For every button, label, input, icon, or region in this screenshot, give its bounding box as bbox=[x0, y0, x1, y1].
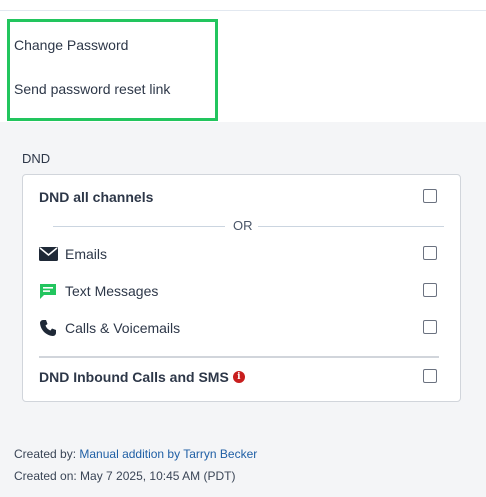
dnd-inbound-row[interactable]: DND Inbound Calls and SMS i bbox=[39, 365, 444, 389]
dnd-emails-checkbox[interactable] bbox=[423, 246, 437, 260]
dnd-text-messages-label: Text Messages bbox=[65, 283, 159, 299]
created-by: Created by: Manual addition by Tarryn Be… bbox=[14, 447, 257, 461]
or-line-right bbox=[258, 226, 444, 227]
or-label: OR bbox=[233, 218, 253, 233]
created-by-value[interactable]: Manual addition by Tarryn Becker bbox=[79, 447, 257, 461]
created-on: Created on: May 7 2025, 10:45 AM (PDT) bbox=[14, 469, 235, 483]
dnd-all-channels-label: DND all channels bbox=[39, 189, 154, 205]
dnd-emails-label: Emails bbox=[65, 246, 108, 262]
or-separator: OR bbox=[39, 217, 444, 235]
info-icon[interactable]: i bbox=[232, 371, 245, 383]
dnd-card: DND all channels OR Emails Text Messages bbox=[22, 174, 461, 402]
dnd-all-channels-checkbox[interactable] bbox=[423, 189, 437, 203]
dnd-all-channels-row[interactable]: DND all channels bbox=[39, 185, 444, 209]
created-by-label: Created by: bbox=[14, 447, 80, 461]
card-divider bbox=[39, 356, 439, 358]
dnd-calls-row[interactable]: Calls & Voicemails bbox=[39, 316, 444, 340]
dnd-emails-row[interactable]: Emails bbox=[39, 242, 444, 266]
phone-icon bbox=[39, 319, 59, 337]
dnd-calls-checkbox[interactable] bbox=[423, 320, 437, 334]
created-on-value: May 7 2025, 10:45 AM (PDT) bbox=[80, 469, 236, 483]
dnd-calls-label: Calls & Voicemails bbox=[65, 320, 181, 336]
highlight-box bbox=[7, 19, 218, 121]
dnd-inbound-checkbox[interactable] bbox=[423, 369, 437, 383]
change-password-link[interactable]: Change Password bbox=[14, 37, 128, 53]
dnd-text-messages-checkbox[interactable] bbox=[423, 283, 437, 297]
envelope-icon bbox=[39, 245, 59, 263]
or-line-left bbox=[53, 226, 225, 227]
dnd-section-title: DND bbox=[22, 151, 51, 166]
created-on-label: Created on: bbox=[14, 469, 81, 483]
dnd-text-messages-row[interactable]: Text Messages bbox=[39, 279, 444, 303]
dnd-inbound-label: DND Inbound Calls and SMS bbox=[39, 369, 229, 385]
send-password-reset-link[interactable]: Send password reset link bbox=[14, 81, 170, 97]
top-divider bbox=[0, 10, 486, 11]
message-icon bbox=[39, 282, 59, 300]
